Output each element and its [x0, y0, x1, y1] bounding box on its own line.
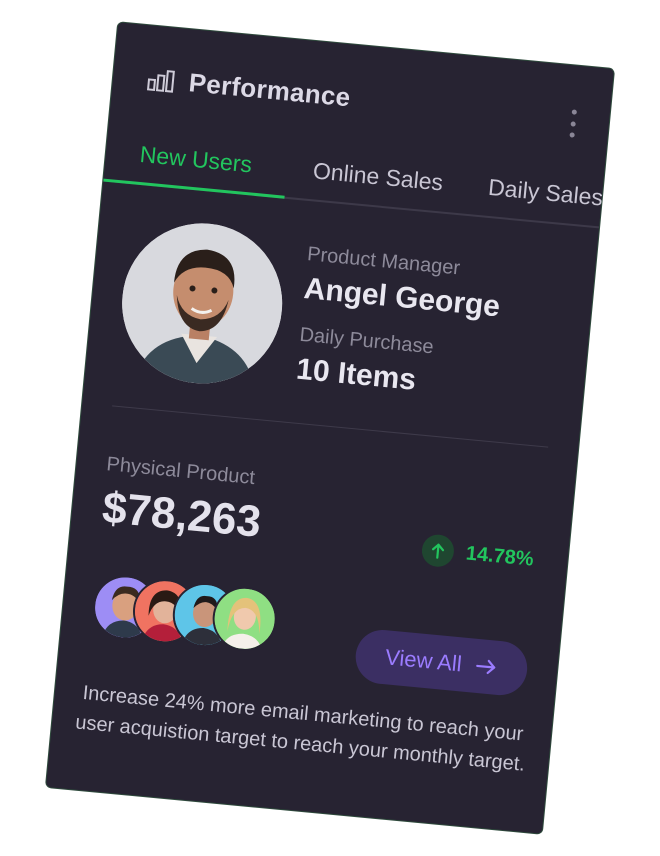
card-header: Performance — [146, 63, 352, 113]
avatar — [114, 216, 290, 391]
card-title: Performance — [187, 67, 352, 113]
profile-section: Product Manager Angel George Daily Purch… — [114, 216, 568, 427]
more-options-icon[interactable] — [567, 109, 578, 138]
tab-new-users[interactable]: New Users — [139, 141, 253, 178]
profile-info: Product Manager Angel George Daily Purch… — [293, 243, 504, 423]
product-value: $78,263 — [100, 483, 264, 547]
tab-daily-sales[interactable]: Daily Sales — [487, 174, 604, 212]
description-text: Increase 24% more email marketing to rea… — [74, 681, 526, 776]
tab-bar: New Users Online Sales Daily Sales — [103, 131, 604, 229]
change-percent: 14.78% — [464, 541, 535, 571]
view-all-label: View All — [384, 644, 463, 677]
performance-card: Performance New Users Online Sales Daily… — [44, 21, 616, 835]
view-all-button[interactable]: View All — [353, 627, 530, 698]
active-tab-indicator — [103, 178, 285, 199]
bar-chart-icon — [147, 69, 175, 93]
avatar-group — [90, 572, 335, 659]
arrow-right-icon — [476, 659, 496, 675]
trend-indicator: 14.78% — [420, 533, 535, 575]
tab-online-sales[interactable]: Online Sales — [312, 157, 444, 196]
arrow-up-icon — [420, 533, 456, 569]
